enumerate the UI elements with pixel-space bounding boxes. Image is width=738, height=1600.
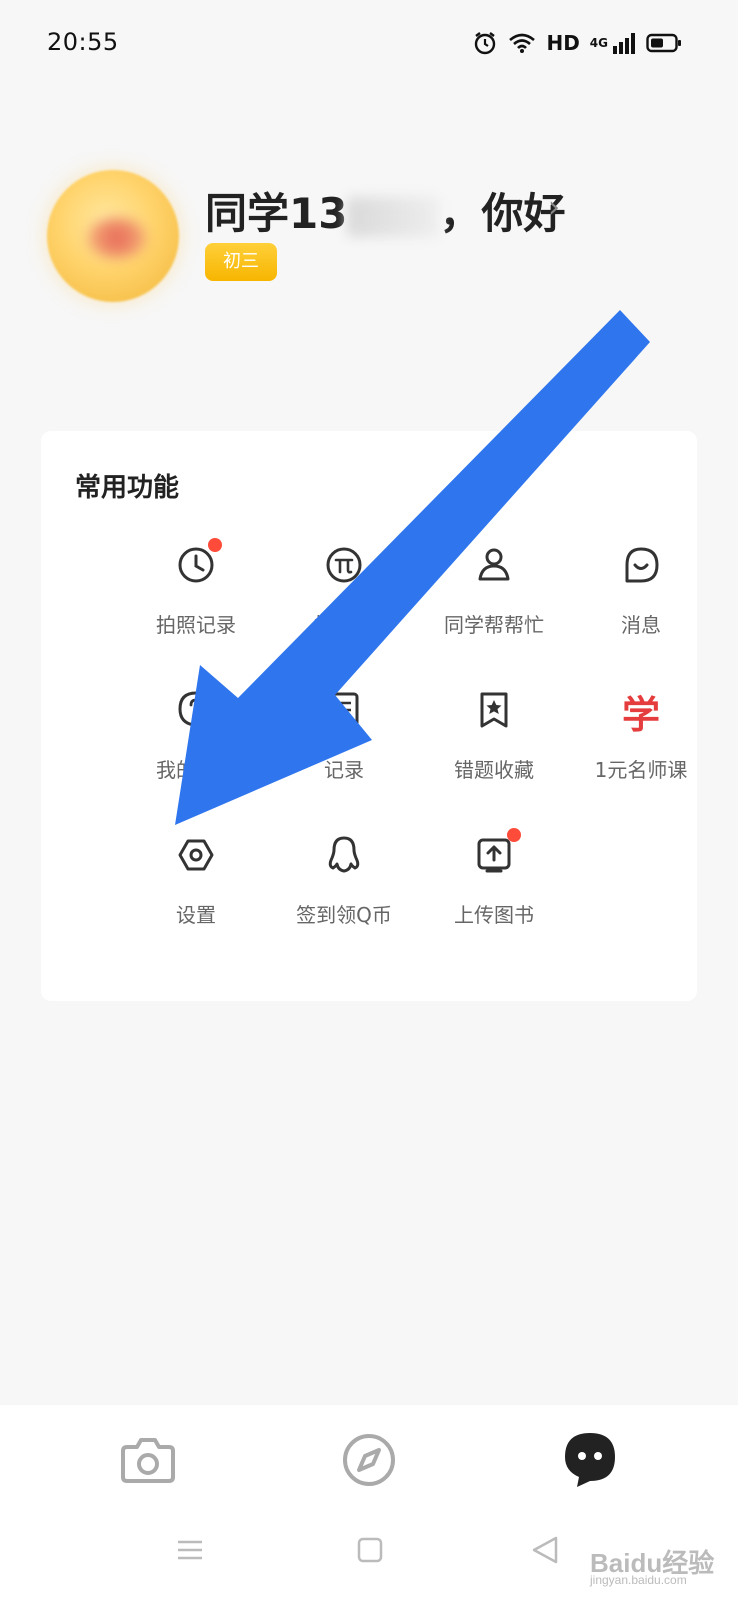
pi-icon (326, 547, 362, 583)
func-paipai[interactable]: 拍拍画 (269, 531, 419, 651)
compass-icon (343, 1434, 395, 1486)
tab-camera[interactable] (113, 1425, 183, 1495)
func-label: 记录 (324, 758, 364, 782)
tab-profile[interactable] (555, 1425, 625, 1495)
chevron-right-icon[interactable]: › (548, 190, 560, 225)
chat-bubble-icon (565, 1433, 615, 1487)
qq-penguin-icon (328, 836, 360, 873)
baidu-watermark-url: jingyan.baidu.com (590, 1573, 687, 1587)
func-label: 1元名师课 (594, 758, 688, 782)
signal-icon (613, 33, 635, 54)
hd-indicator: HD (546, 31, 580, 55)
tab-discover[interactable] (334, 1425, 404, 1495)
func-wrong-collection[interactable]: 错题收藏 (419, 676, 569, 796)
battery-icon (646, 33, 681, 53)
wifi-icon (509, 33, 536, 53)
avatar-face (87, 218, 147, 258)
func-label: 同学帮帮忙 (444, 613, 544, 637)
status-icons: HD 4G (472, 30, 682, 56)
func-label: 我的提问 (156, 758, 236, 782)
network-type: 4G (589, 36, 608, 50)
system-nav-bar: Baidu经验 jingyan.baidu.com (0, 1515, 738, 1600)
func-label: 签到领Q币 (296, 903, 392, 927)
profile-header[interactable]: 同学13 ，你好 › 初三 (0, 160, 738, 320)
bookmark-star-icon (480, 692, 508, 728)
func-label: 错题收藏 (454, 758, 534, 782)
blurred-number (347, 196, 440, 237)
func-messages[interactable]: 消息 (566, 531, 716, 651)
func-my-questions[interactable]: 我的提问 (121, 676, 271, 796)
func-photo-history[interactable]: 拍照记录 (121, 531, 271, 651)
alarm-icon (475, 32, 496, 55)
func-settings[interactable]: 设置 (121, 821, 271, 941)
func-teacher-course[interactable]: 学 1元名师课 (566, 676, 716, 796)
func-label: 拍照记录 (156, 613, 236, 637)
badge-dot (507, 828, 521, 842)
greeting: 同学13 ，你好 (205, 180, 565, 241)
home-icon[interactable] (355, 1535, 385, 1565)
camera-icon (121, 1438, 175, 1483)
greeting-prefix: 同学13 (205, 189, 348, 238)
menu-icon[interactable] (175, 1535, 205, 1565)
greeting-suffix: ，你好 (439, 189, 566, 238)
common-functions-card: 常用功能 拍照记录 拍拍画 同学帮帮忙 消息 我的提问 记录 错题收藏 学 1元… (41, 431, 697, 1001)
func-sign-in-qcoin[interactable]: 签到领Q币 (269, 821, 419, 941)
bottom-tab-bar (0, 1405, 738, 1515)
gear-icon (178, 839, 214, 871)
func-label: 上传图书 (454, 903, 534, 927)
xue-icon: 学 (621, 693, 661, 737)
status-time: 20:55 (47, 28, 119, 56)
card-title: 常用功能 (75, 473, 180, 503)
func-upload-books[interactable]: 上传图书 (419, 821, 569, 941)
func-classmate-help[interactable]: 同学帮帮忙 (419, 531, 569, 651)
status-bar: 20:55 HD 4G (0, 0, 738, 90)
func-label: 设置 (176, 903, 216, 927)
badge-dot (208, 538, 222, 552)
func-label: 消息 (621, 613, 661, 637)
grade-badge: 初三 (205, 243, 277, 281)
notebook-icon (329, 692, 359, 728)
back-icon[interactable] (530, 1535, 560, 1565)
message-icon (625, 547, 659, 583)
func-label: 拍拍画 (314, 613, 374, 637)
person-icon (478, 548, 510, 581)
question-icon (178, 691, 214, 731)
avatar[interactable] (47, 170, 179, 302)
func-records[interactable]: 记录 (269, 676, 419, 796)
